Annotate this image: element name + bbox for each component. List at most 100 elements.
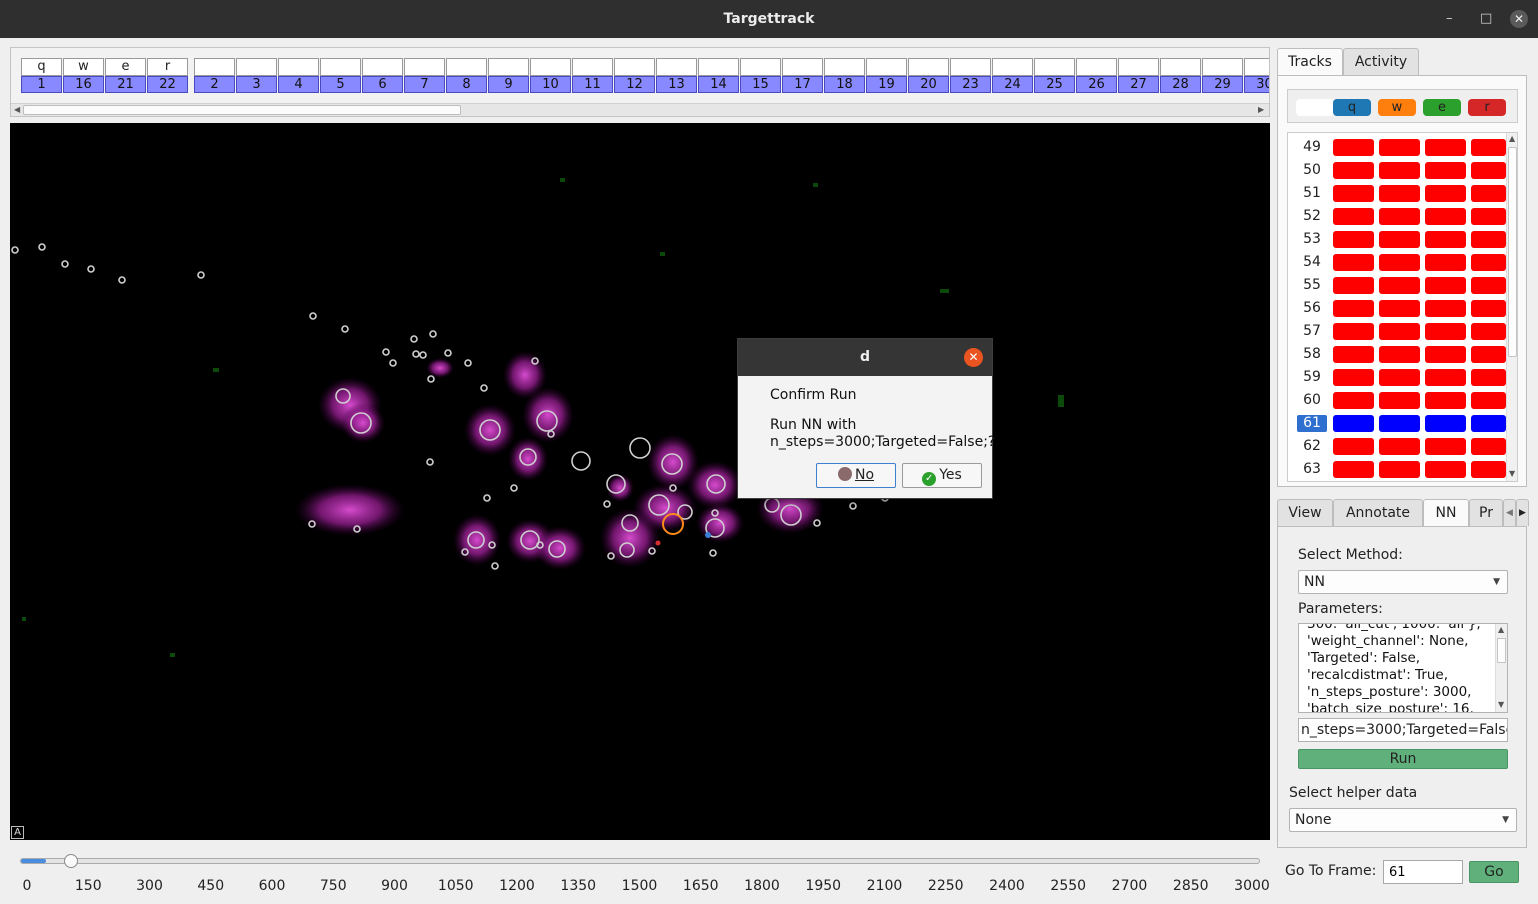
track-cell[interactable] xyxy=(1333,300,1374,317)
frame-cell[interactable]: w 16 xyxy=(63,58,105,94)
track-row[interactable]: 61 xyxy=(1288,412,1506,435)
track-cell[interactable] xyxy=(1425,139,1466,156)
track-cell[interactable] xyxy=(1425,254,1466,271)
track-cell[interactable] xyxy=(1379,323,1420,340)
track-cell[interactable] xyxy=(1333,162,1374,179)
maximize-icon[interactable]: □ xyxy=(1480,0,1492,38)
track-row[interactable]: 52 xyxy=(1288,205,1506,228)
track-cell[interactable] xyxy=(1333,392,1374,409)
track-row[interactable]: 49 xyxy=(1288,136,1506,159)
track-cell[interactable] xyxy=(1471,208,1506,225)
track-cell[interactable] xyxy=(1333,208,1374,225)
tab-activity[interactable]: Activity xyxy=(1343,48,1419,75)
track-row[interactable]: 62 xyxy=(1288,435,1506,458)
go-to-frame-input[interactable] xyxy=(1383,860,1463,884)
scroll-thumb[interactable] xyxy=(1508,147,1517,357)
track-cell[interactable] xyxy=(1471,300,1506,317)
track-cell[interactable] xyxy=(1471,162,1506,179)
tab-view[interactable]: View xyxy=(1277,499,1333,526)
frame-cell[interactable]: 15 xyxy=(740,58,782,94)
track-list[interactable]: 49 50 51 52 53 54 55 56 57 58 59 60 61 62 63 ▲ ▼ xyxy=(1287,132,1518,482)
frame-bar-scrollbar[interactable]: ◀ ▶ xyxy=(11,103,1269,116)
frame-cell[interactable]: 10 xyxy=(530,58,572,94)
track-cell[interactable] xyxy=(1379,162,1420,179)
track-row[interactable]: 59 xyxy=(1288,366,1506,389)
track-row[interactable]: 63 xyxy=(1288,458,1506,481)
frame-cell[interactable]: 24 xyxy=(992,58,1034,94)
track-cell[interactable] xyxy=(1379,208,1420,225)
track-cell[interactable] xyxy=(1425,415,1466,432)
track-cell[interactable] xyxy=(1471,185,1506,202)
frame-cell[interactable]: q1 xyxy=(21,58,63,94)
tab-pr[interactable]: Pr xyxy=(1469,499,1503,526)
track-list-scrollbar[interactable]: ▲ ▼ xyxy=(1506,133,1517,481)
track-cell[interactable] xyxy=(1471,369,1506,386)
track-cell[interactable] xyxy=(1471,438,1506,455)
frame-slider[interactable] xyxy=(20,854,1260,868)
track-cell[interactable] xyxy=(1471,461,1506,478)
parameters-textarea[interactable]: 300: 'all_cut', 1000: 'all'}, 'weight_ch… xyxy=(1298,623,1508,713)
parameters-scrollbar[interactable]: ▲ ▼ xyxy=(1495,624,1507,712)
frame-cell[interactable]: r 22 xyxy=(147,58,189,94)
track-cell[interactable] xyxy=(1425,369,1466,386)
track-cell[interactable] xyxy=(1379,231,1420,248)
frame-cell[interactable]: 2 xyxy=(194,58,236,94)
track-cell[interactable] xyxy=(1425,438,1466,455)
track-cell[interactable] xyxy=(1333,346,1374,363)
frame-cell[interactable]: 5 xyxy=(320,58,362,94)
tab-scroll-right-icon[interactable]: ▶ xyxy=(1516,499,1529,526)
legend-chip[interactable]: r xyxy=(1468,99,1506,116)
legend-chip[interactable]: w xyxy=(1378,99,1416,116)
track-cell[interactable] xyxy=(1471,323,1506,340)
tab-scroll-left-icon[interactable]: ◀ xyxy=(1503,499,1516,526)
track-cell[interactable] xyxy=(1425,277,1466,294)
track-cell[interactable] xyxy=(1333,369,1374,386)
frame-cell[interactable]: 23 xyxy=(950,58,992,94)
frame-cell[interactable]: 11 xyxy=(572,58,614,94)
frame-cell[interactable]: 19 xyxy=(866,58,908,94)
track-cell[interactable] xyxy=(1333,231,1374,248)
tab-tracks[interactable]: Tracks xyxy=(1277,48,1343,76)
track-cell[interactable] xyxy=(1333,461,1374,478)
frame-cell[interactable]: 14 xyxy=(698,58,740,94)
scroll-down-icon[interactable]: ▼ xyxy=(1498,699,1504,711)
track-cell[interactable] xyxy=(1425,392,1466,409)
frame-cell[interactable]: e 21 xyxy=(105,58,147,94)
track-cell[interactable] xyxy=(1379,346,1420,363)
image-viewer[interactable] xyxy=(10,123,1270,840)
frame-cell[interactable]: 18 xyxy=(824,58,866,94)
track-cell[interactable] xyxy=(1379,415,1420,432)
track-cell[interactable] xyxy=(1471,392,1506,409)
track-row[interactable]: 51 xyxy=(1288,182,1506,205)
scroll-left-icon[interactable]: ◀ xyxy=(14,104,20,116)
track-cell[interactable] xyxy=(1471,231,1506,248)
run-button[interactable]: Run xyxy=(1298,749,1508,769)
frame-cell[interactable]: 26 xyxy=(1076,58,1118,94)
track-cell[interactable] xyxy=(1333,415,1374,432)
minimize-icon[interactable]: – xyxy=(1446,0,1453,38)
legend-chip[interactable]: q xyxy=(1333,99,1371,116)
scroll-down-icon[interactable]: ▼ xyxy=(1509,468,1515,480)
frame-cell[interactable]: 29 xyxy=(1202,58,1244,94)
track-row[interactable]: 50 xyxy=(1288,159,1506,182)
track-cell[interactable] xyxy=(1379,369,1420,386)
track-cell[interactable] xyxy=(1379,392,1420,409)
yes-button[interactable]: ✓ Yes xyxy=(902,463,982,488)
frame-cell[interactable]: 25 xyxy=(1034,58,1076,94)
track-cell[interactable] xyxy=(1471,139,1506,156)
track-row[interactable]: 60 xyxy=(1288,389,1506,412)
track-row[interactable]: 55 xyxy=(1288,274,1506,297)
scroll-thumb[interactable] xyxy=(1497,638,1506,663)
frame-cell[interactable]: 28 xyxy=(1160,58,1202,94)
track-cell[interactable] xyxy=(1379,185,1420,202)
scroll-up-icon[interactable]: ▲ xyxy=(1509,133,1515,145)
helper-data-select[interactable]: None ▼ xyxy=(1289,808,1517,832)
frame-cell[interactable]: 9 xyxy=(488,58,530,94)
track-row[interactable]: 54 xyxy=(1288,251,1506,274)
frame-cell[interactable]: 4 xyxy=(278,58,320,94)
frame-cell[interactable]: 8 xyxy=(446,58,488,94)
frame-cell[interactable]: 27 xyxy=(1118,58,1160,94)
track-cell[interactable] xyxy=(1379,438,1420,455)
frame-cell[interactable]: 12 xyxy=(614,58,656,94)
frame-cell[interactable]: 7 xyxy=(404,58,446,94)
